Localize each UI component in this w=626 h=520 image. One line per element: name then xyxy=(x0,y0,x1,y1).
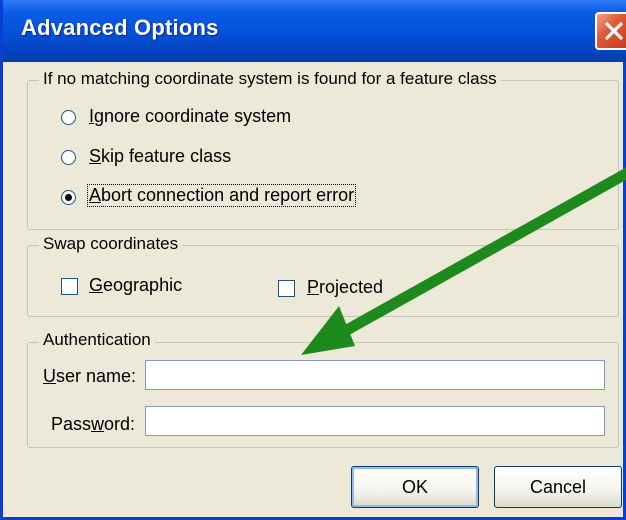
advanced-options-dialog: Advanced Options If no matching coordina… xyxy=(0,0,626,520)
annotation-arrow xyxy=(301,167,626,355)
